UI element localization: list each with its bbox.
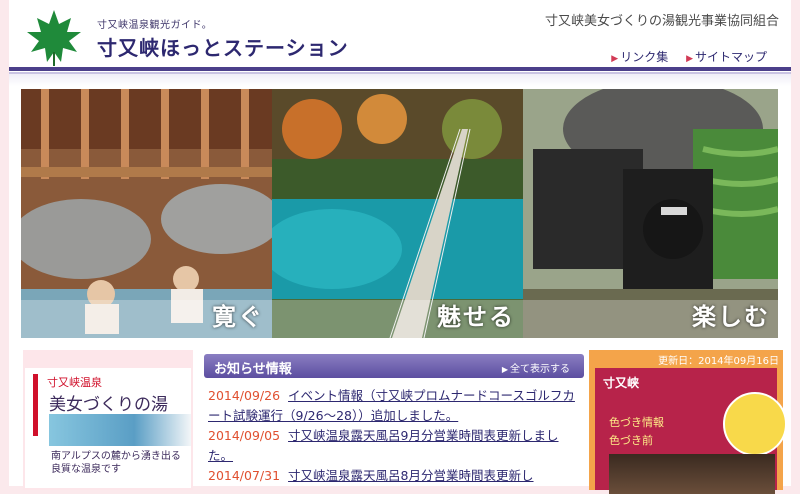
link-list-label: リンク集	[620, 50, 669, 64]
foliage-photo	[609, 454, 775, 494]
news-header: お知らせ情報 ▶ 全て表示する	[204, 354, 584, 378]
link-list-link[interactable]: ▶ リンク集	[611, 50, 668, 64]
promo-description: 南アルプスの麓から湧き出る良質な温泉です	[51, 451, 181, 475]
triangle-icon: ▶	[686, 54, 693, 64]
foliage-card[interactable]: 寸又峡 色づき情報 色づき前	[595, 368, 787, 494]
header-divider	[9, 67, 791, 71]
foliage-info-label: 色づき情報	[609, 416, 664, 429]
hero-banner: 寛ぐ 魅せる 楽しむ	[21, 89, 778, 338]
hero-caption-charm: 魅せる	[437, 302, 515, 331]
view-all-link[interactable]: ▶ 全て表示する	[502, 360, 570, 375]
promo-accent-bar	[33, 374, 38, 436]
foliage-title: 寸又峡	[603, 376, 640, 390]
header-links: ▶ リンク集 ▶ サイトマップ	[597, 48, 767, 65]
hero-panel-relax[interactable]: 寛ぐ	[21, 89, 272, 338]
promo-card[interactable]: 寸又峡温泉 美女づくりの湯 南アルプスの麓から湧き出る良質な温泉です	[25, 368, 191, 488]
news-date: 2014/07/31	[208, 468, 281, 483]
maple-leaf-logo-icon[interactable]	[23, 6, 85, 68]
view-all-label: 全て表示する	[510, 364, 570, 375]
hero-panel-enjoy[interactable]: 楽しむ	[523, 89, 778, 338]
news-link[interactable]: 寸又峡温泉露天風呂8月分営業時間表更新し	[288, 468, 533, 483]
promo-image	[49, 414, 191, 446]
site-tagline: 寸又峡温泉観光ガイド。	[97, 20, 213, 31]
hero-caption-enjoy: 楽しむ	[692, 302, 770, 331]
news-date: 2014/09/05	[208, 428, 281, 443]
news-item: 2014/07/31 寸又峡温泉露天風呂8月分営業時間表更新し	[208, 466, 578, 486]
triangle-icon: ▶	[611, 54, 619, 64]
news-item: 2014/09/26 イベント情報（寸又峡プロムナードコースゴルフカート試験運行（…	[208, 386, 578, 426]
news-date: 2014/09/26	[208, 388, 281, 403]
promo-subtitle: 寸又峡温泉	[47, 376, 102, 389]
sitemap-label: サイトマップ	[694, 50, 767, 64]
header-shadow	[9, 74, 791, 86]
promo-title: 美女づくりの湯	[49, 395, 168, 415]
hero-panel-charm[interactable]: 魅せる	[272, 89, 523, 338]
site-name[interactable]: 寸又峡ほっとステーション	[97, 32, 349, 61]
triangle-icon: ▶	[501, 365, 508, 374]
foliage-widget: 更新日：2014年09月16日 寸又峡 色づき情報 色づき前	[589, 350, 787, 494]
page: 寸又峡温泉観光ガイド。 寸又峡ほっとステーション 寸又峡美女づくりの湯観光事業協…	[9, 0, 791, 494]
maple-leaf-icon	[723, 392, 787, 456]
news-title: お知らせ情報	[214, 362, 292, 377]
updated-date: 更新日：2014年09月16日	[658, 356, 779, 367]
news-item: 2014/09/05 寸又峡温泉露天風呂9月分営業時間表更新しました。	[208, 426, 578, 466]
sitemap-link[interactable]: ▶ サイトマップ	[686, 50, 767, 64]
foliage-status: 色づき前	[609, 434, 653, 447]
news-list: 2014/09/26 イベント情報（寸又峡プロムナードコースゴルフカート試験運行（…	[208, 386, 578, 486]
hero-caption-relax: 寛ぐ	[212, 302, 264, 331]
organization-name: 寸又峡美女づくりの湯観光事業協同組合	[544, 14, 779, 29]
